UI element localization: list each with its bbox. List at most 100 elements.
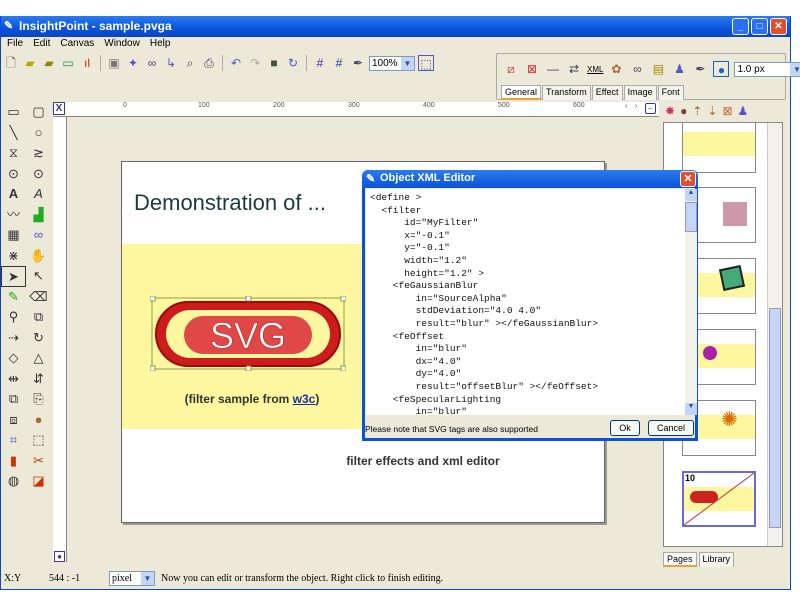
eyedropper-tool-icon[interactable]: ⚲ <box>1 307 26 328</box>
rectangle-tool-icon[interactable]: ▭ <box>1 102 26 123</box>
page-thumbnail[interactable] <box>682 123 756 173</box>
layer-icon[interactable]: ▤ <box>650 61 666 77</box>
text-outline-tool-icon[interactable]: A <box>26 184 51 205</box>
dialog-close-button[interactable]: ✕ <box>680 171 696 187</box>
align-tool-icon[interactable]: ⇹ <box>1 369 26 390</box>
refresh-icon[interactable]: ↻ <box>285 55 301 71</box>
text-tool-icon[interactable]: A <box>1 184 26 205</box>
link-tool-icon[interactable]: ∞ <box>26 225 51 246</box>
page-thumbnail-selected[interactable]: 10 <box>682 471 756 527</box>
tab-font[interactable]: Font <box>657 85 684 100</box>
line-style-icon[interactable]: ● <box>713 61 730 77</box>
zoom-select[interactable]: 100% ▼ <box>369 55 415 71</box>
xml-button[interactable]: XML <box>587 65 603 74</box>
hourglass-tool-icon[interactable]: ⧖ <box>1 143 26 164</box>
ok-button[interactable]: Ok <box>610 420 640 436</box>
close-button[interactable]: ✕ <box>770 18 787 35</box>
circle-tool-icon[interactable]: ○ <box>26 123 51 144</box>
image-icon[interactable]: ▭ <box>60 55 76 71</box>
grid-snap-icon[interactable]: # <box>331 55 347 71</box>
transform-tool-icon[interactable]: ⧉ <box>26 307 51 328</box>
page-subtitle[interactable]: filter effects and xml editor <box>122 454 604 468</box>
bag-icon[interactable]: ■ <box>266 55 282 71</box>
chart-icon[interactable]: ıl <box>79 55 95 71</box>
node-tool-icon[interactable]: ⋇ <box>1 246 26 267</box>
select-tool-icon[interactable]: ➤ <box>1 266 26 287</box>
move-up-icon[interactable]: ⇡ <box>692 104 702 118</box>
line-icon[interactable]: — <box>545 61 561 77</box>
select-frame-icon[interactable]: ⬚ <box>418 55 434 71</box>
paste-tool-icon[interactable]: ⎘ <box>26 389 51 410</box>
preview-icon[interactable]: ⌕ <box>182 55 198 71</box>
connect-tool-icon[interactable]: ⇢ <box>1 328 26 349</box>
rounded-rect-tool-icon[interactable]: ▢ <box>26 102 51 123</box>
fill-tool-icon[interactable]: ◪ <box>26 471 51 492</box>
table-tool-icon[interactable]: ▦ <box>1 225 26 246</box>
menu-edit[interactable]: Edit <box>28 37 55 51</box>
stroke-width-select[interactable]: 1.0 px ▼ <box>734 61 800 77</box>
scroll-thumb[interactable] <box>685 202 697 232</box>
scroll-right-button[interactable]: › <box>635 103 637 110</box>
export-icon[interactable]: ↳ <box>163 55 179 71</box>
tab-image[interactable]: Image <box>623 85 657 100</box>
svg-logo-object[interactable]: SVG <box>150 296 346 371</box>
color-tool-icon[interactable]: ▮ <box>1 451 26 472</box>
page-title[interactable]: Demonstration of ... <box>134 190 326 216</box>
menu-file[interactable]: File <box>2 37 28 51</box>
new-icon[interactable]: 🗋 <box>3 55 19 71</box>
ruler-origin-button[interactable]: X <box>53 102 65 115</box>
shape-icon[interactable]: ✿ <box>608 61 624 77</box>
crop-tool-icon[interactable]: ⌗ <box>1 430 26 451</box>
collapse-button[interactable]: – <box>645 103 656 114</box>
thumbnails-scrollbar[interactable] <box>767 123 782 546</box>
xml-code-editor[interactable]: <define > <filter id="MyFilter" x="-0.1"… <box>366 189 685 415</box>
menu-window[interactable]: Window <box>99 37 145 51</box>
point-tool-icon[interactable]: ⊙ <box>1 164 26 185</box>
minimize-button[interactable]: _ <box>732 18 749 35</box>
copy-tool-icon[interactable]: ⧉ <box>1 389 26 410</box>
ball-tool-icon[interactable]: ● <box>26 410 51 431</box>
scissors-tool-icon[interactable]: ✂ <box>26 451 51 472</box>
scroll-up-button[interactable]: ▲ <box>685 189 697 201</box>
delete-page-icon[interactable]: ⊠ <box>722 104 732 118</box>
globe-tool-icon[interactable]: ◍ <box>1 471 26 492</box>
group-tool-icon[interactable]: ⧈ <box>1 410 26 431</box>
editor-scrollbar[interactable]: ▲ ▼ <box>685 189 697 415</box>
vertical-ruler[interactable]: ● <box>53 117 67 562</box>
hand-tool-icon[interactable]: ✋ <box>26 246 51 267</box>
move-down-icon[interactable]: ⇣ <box>707 104 717 118</box>
users-icon[interactable]: ● <box>680 104 687 118</box>
line-tool-icon[interactable]: ╲ <box>1 123 26 144</box>
pen-icon[interactable]: ✒ <box>692 61 708 77</box>
pen-tool-icon[interactable]: ✎ <box>1 287 26 308</box>
scroll-left-button[interactable]: ‹ <box>625 103 627 110</box>
tab-general[interactable]: General <box>501 85 542 100</box>
eraser-tool-icon[interactable]: ⌫ <box>26 287 51 308</box>
no-fill-icon[interactable]: ⧄ <box>503 61 519 77</box>
tab-library[interactable]: Library <box>698 552 735 567</box>
align2-tool-icon[interactable]: ⇵ <box>26 369 51 390</box>
direct-select-tool-icon[interactable]: ↖ <box>26 266 51 287</box>
swap-icon[interactable]: ⇄ <box>566 61 582 77</box>
scroll-thumb[interactable] <box>769 308 781 528</box>
rotate-tool-icon[interactable]: ↻ <box>26 328 51 349</box>
pen-icon[interactable]: ✒ <box>350 55 366 71</box>
undo-icon[interactable]: ↶ <box>228 55 244 71</box>
scroll-down-button[interactable]: ▼ <box>685 403 697 415</box>
effect-icon[interactable]: ✦ <box>125 55 141 71</box>
unit-select[interactable]: pixel ▼ <box>109 570 155 586</box>
triangle-tool-icon[interactable]: △ <box>26 348 51 369</box>
scroll-down-button[interactable]: ● <box>54 551 65 562</box>
tab-pages[interactable]: Pages <box>663 552 697 567</box>
maximize-button[interactable]: □ <box>751 18 768 35</box>
curve-tool-icon[interactable]: ≳ <box>26 143 51 164</box>
chart-tool-icon[interactable]: ▟ <box>26 205 51 226</box>
point2-tool-icon[interactable]: ⊙ <box>26 164 51 185</box>
w3c-link[interactable]: w3c <box>293 392 316 406</box>
no-stroke-icon[interactable]: ⊠ <box>524 61 540 77</box>
link-icon[interactable]: ∞ <box>629 61 645 77</box>
grid-icon[interactable]: # <box>312 55 328 71</box>
menu-help[interactable]: Help <box>145 37 176 51</box>
effect-icon[interactable]: ✸ <box>665 104 675 118</box>
save-icon[interactable]: ▣ <box>106 55 122 71</box>
